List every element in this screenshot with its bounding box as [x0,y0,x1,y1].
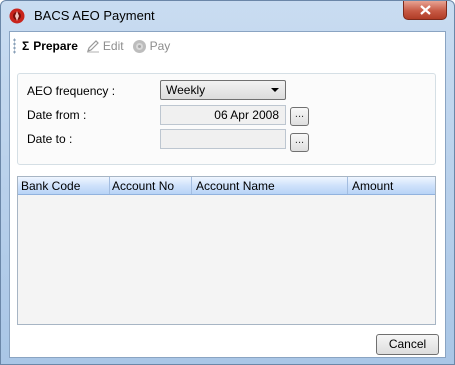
column-divider[interactable] [191,177,192,194]
title-bar[interactable]: BACS AEO Payment [1,1,454,31]
date-from-browse-button[interactable]: ... [290,107,309,126]
date-to-field[interactable] [160,129,286,149]
column-bank-code[interactable]: Bank Code [21,179,80,193]
column-divider[interactable] [347,177,348,194]
dialog-body: Σ Prepare Edit Pay AEO frequency: Weekl… [9,31,446,358]
column-divider[interactable] [109,177,110,194]
sigma-icon: Σ [22,39,30,53]
date-to-label: Date to : [27,132,73,146]
app-logo-icon [9,8,25,24]
prepare-button[interactable]: Σ Prepare [22,39,78,53]
aeo-frequency-select[interactable]: Weekly [160,80,286,100]
column-account-name[interactable]: Account Name [196,179,275,193]
column-account-no[interactable]: Account No [112,179,174,193]
date-to-browse-button[interactable]: ... [290,133,309,152]
toolbar: Σ Prepare Edit Pay [10,32,445,60]
pencil-icon [86,40,99,53]
prepare-label: Prepare [33,39,78,53]
payments-table[interactable]: Bank Code Account No Account Name Amount [17,176,436,325]
close-button[interactable] [403,1,447,20]
chevron-down-icon [271,88,279,92]
edit-label: Edit [102,39,124,53]
window-title: BACS AEO Payment [34,8,155,23]
date-from-label: Date from : [27,108,87,122]
close-icon [419,5,431,15]
aeo-frequency-label: AEO frequency : [27,84,116,98]
cancel-button[interactable]: Cancel [376,334,439,355]
table-header: Bank Code Account No Account Name Amount [18,177,435,195]
column-amount[interactable]: Amount [352,179,393,193]
pay-button[interactable]: Pay [132,39,171,54]
app-window: BACS AEO Payment Σ Prepare Edit Pay AEO … [0,0,455,365]
toolbar-grip[interactable] [13,38,16,54]
coins-icon [132,39,146,53]
date-from-field[interactable]: 06 Apr 2008 [160,105,286,125]
edit-button[interactable]: Edit [86,39,124,53]
pay-label: Pay [149,39,171,53]
aeo-frequency-value: Weekly [166,83,206,97]
